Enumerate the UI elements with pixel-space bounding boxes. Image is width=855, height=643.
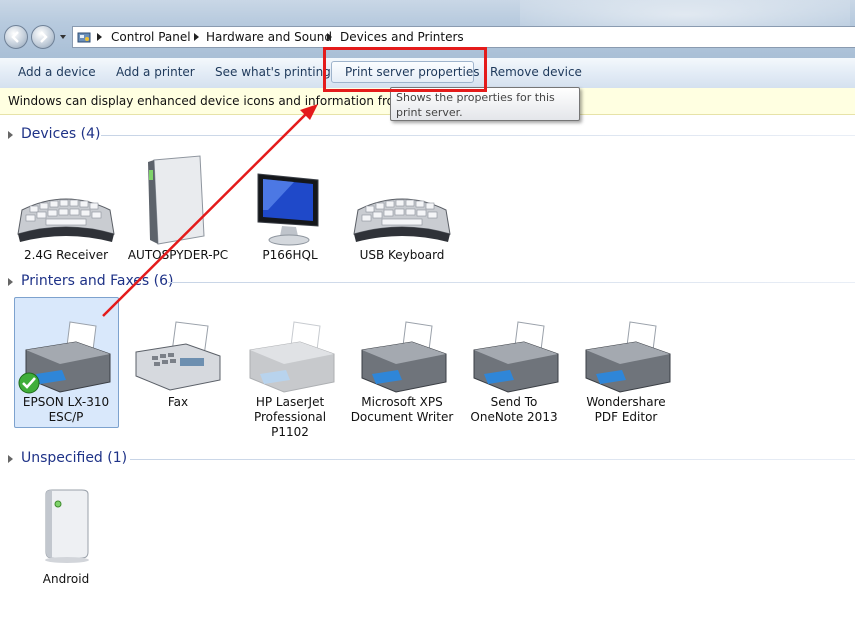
back-arrow-icon bbox=[11, 31, 19, 43]
device-label: P166HQL bbox=[262, 248, 318, 262]
address-bar[interactable]: Control Panel Hardware and Sound Devices… bbox=[72, 26, 855, 48]
printer-offline-icon bbox=[249, 321, 335, 393]
forward-arrow-icon bbox=[40, 31, 48, 43]
device-label: AUTOSPYDER-PC bbox=[127, 248, 229, 262]
device-item[interactable]: USB Keyboard bbox=[346, 150, 458, 268]
printer-label-line3: P1102 bbox=[271, 425, 309, 439]
breadcrumb-devices-and-printers[interactable]: Devices and Printers bbox=[340, 30, 464, 44]
device-item[interactable]: AUTOSPYDER-PC bbox=[122, 150, 234, 268]
android-device-icon bbox=[45, 489, 89, 563]
group-title-devices[interactable]: Devices (4) bbox=[21, 126, 100, 142]
device-item[interactable]: 2.4G Receiver bbox=[10, 150, 122, 268]
device-item[interactable]: Android bbox=[10, 480, 122, 590]
printer-label-line1: Wondershare bbox=[586, 395, 666, 409]
computer-tower-icon bbox=[148, 155, 205, 245]
printer-item[interactable]: Fax bbox=[122, 300, 234, 428]
forward-button[interactable] bbox=[31, 25, 55, 49]
printer-label-line2: Document Writer bbox=[350, 410, 454, 424]
printer-label-line2: OneNote 2013 bbox=[470, 410, 558, 424]
keyboard-icon bbox=[17, 198, 115, 242]
back-button[interactable] bbox=[4, 25, 28, 49]
device-label: 2.4G Receiver bbox=[23, 248, 109, 262]
printer-label-line1: Microsoft XPS bbox=[361, 395, 443, 409]
breadcrumb-separator[interactable] bbox=[194, 33, 199, 41]
group-divider bbox=[168, 282, 855, 283]
information-bar-text: Windows can display enhanced device icon… bbox=[8, 94, 390, 108]
group-collapse-icon[interactable] bbox=[8, 455, 13, 463]
printer-label-line1: EPSON LX-310 bbox=[22, 395, 110, 409]
control-panel-icon bbox=[77, 32, 91, 43]
breadcrumb-control-panel[interactable]: Control Panel bbox=[111, 30, 191, 44]
keyboard-icon bbox=[353, 198, 451, 242]
printer-item[interactable]: EPSON LX-310 ESC/P bbox=[10, 300, 122, 428]
breadcrumb-hardware-and-sound[interactable]: Hardware and Sound bbox=[206, 30, 332, 44]
printer-icon bbox=[585, 321, 671, 393]
add-device-button[interactable]: Add a device bbox=[18, 65, 96, 79]
group-collapse-icon[interactable] bbox=[8, 278, 13, 286]
printer-label-line1: HP LaserJet bbox=[255, 395, 325, 409]
annotation-highlight-box bbox=[323, 47, 487, 92]
printer-item[interactable]: HP LaserJet Professional P1102 bbox=[234, 300, 346, 440]
group-divider bbox=[101, 135, 855, 136]
device-label: USB Keyboard bbox=[359, 248, 445, 262]
device-label: Android bbox=[42, 572, 90, 586]
tooltip: Shows the properties for this print serv… bbox=[390, 87, 580, 121]
printer-icon bbox=[473, 321, 559, 393]
default-printer-check-icon bbox=[18, 372, 40, 394]
group-title-unspecified[interactable]: Unspecified (1) bbox=[21, 450, 127, 466]
group-divider bbox=[130, 459, 855, 460]
group-collapse-icon[interactable] bbox=[8, 131, 13, 139]
printer-item[interactable]: Microsoft XPS Document Writer bbox=[346, 300, 458, 428]
breadcrumb-separator[interactable] bbox=[97, 33, 102, 41]
monitor-icon bbox=[257, 173, 319, 246]
printer-label-line2: PDF Editor bbox=[594, 410, 658, 424]
printer-item[interactable]: Send To OneNote 2013 bbox=[458, 300, 570, 428]
printer-label-line1: Fax bbox=[167, 395, 189, 409]
see-whats-printing-button[interactable]: See what's printing bbox=[215, 65, 331, 79]
recent-pages-dropdown-icon[interactable] bbox=[59, 33, 67, 41]
device-item[interactable]: P166HQL bbox=[234, 150, 346, 268]
printer-label-line1: Send To bbox=[490, 395, 538, 409]
remove-device-button[interactable]: Remove device bbox=[490, 65, 582, 79]
group-title-printers-and-faxes[interactable]: Printers and Faxes (6) bbox=[21, 273, 174, 289]
printer-icon bbox=[361, 321, 447, 393]
printer-item[interactable]: Wondershare PDF Editor bbox=[570, 300, 682, 428]
tooltip-text: Shows the properties for this print serv… bbox=[396, 91, 555, 119]
printer-label-line2: Professional bbox=[253, 410, 327, 424]
printer-label-line2: ESC/P bbox=[48, 410, 84, 424]
fax-icon bbox=[135, 321, 221, 391]
breadcrumb-separator[interactable] bbox=[327, 33, 332, 41]
add-printer-button[interactable]: Add a printer bbox=[116, 65, 195, 79]
